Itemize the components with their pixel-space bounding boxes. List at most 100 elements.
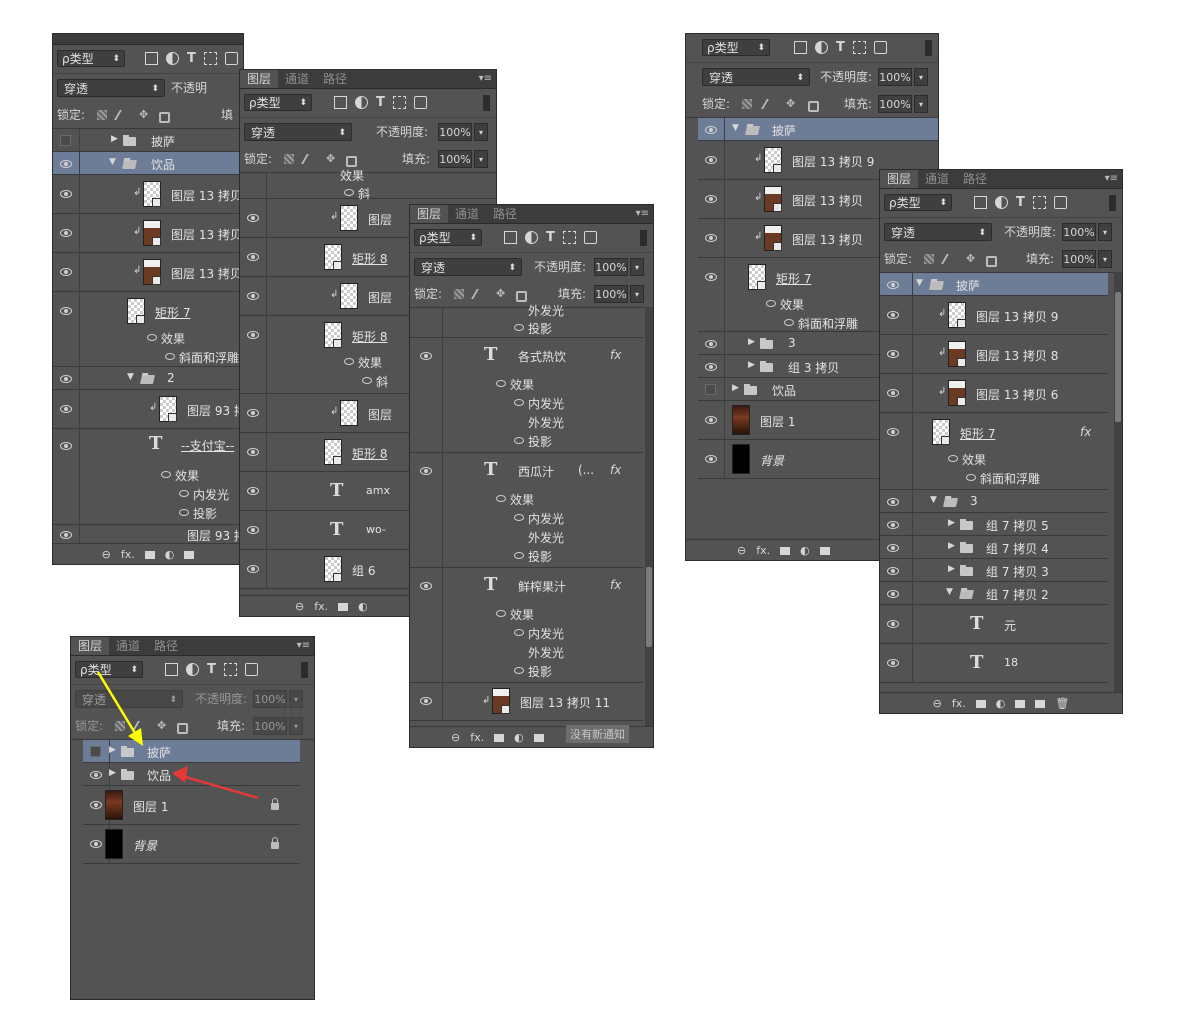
blend-mode-select[interactable]: 穿透 ⬍ xyxy=(75,690,183,708)
mask-icon[interactable] xyxy=(975,699,986,708)
fill-input[interactable]: 100% xyxy=(594,285,628,303)
lock-move-icon[interactable]: ✥ xyxy=(786,97,796,110)
shape-filter-icon[interactable] xyxy=(1032,196,1046,209)
filter-kind-select[interactable]: ρ类型 ⬍ xyxy=(414,229,482,246)
mask-icon[interactable] xyxy=(144,550,155,559)
lock-move-icon[interactable]: ✥ xyxy=(157,719,167,732)
effect-eye-icon[interactable] xyxy=(147,334,157,341)
fill-input[interactable]: 100% xyxy=(1062,250,1096,268)
mask-icon[interactable] xyxy=(780,546,791,555)
eye-icon[interactable] xyxy=(420,697,432,705)
eye-icon[interactable] xyxy=(887,350,899,358)
lock-brush-icon[interactable] xyxy=(761,99,779,109)
eye-icon[interactable] xyxy=(887,498,899,506)
shape-filter-icon[interactable] xyxy=(392,96,406,109)
opacity-dropdown[interactable]: ▾ xyxy=(289,690,303,708)
shape-filter-icon[interactable] xyxy=(852,41,866,54)
panel-menu-icon[interactable]: ▾≡ xyxy=(479,70,492,88)
tab-layers[interactable]: 图层 xyxy=(71,637,110,655)
lock-move-icon[interactable]: ✥ xyxy=(496,287,506,300)
layer-row-layer1[interactable]: 图层 1 xyxy=(83,786,300,825)
expand-arrow-icon[interactable]: ▶ xyxy=(948,541,955,551)
filter-toggle[interactable] xyxy=(1109,195,1116,211)
eye-icon[interactable] xyxy=(247,409,259,417)
effect-eye-icon[interactable] xyxy=(362,377,372,384)
lock-transparent-icon[interactable] xyxy=(454,289,464,299)
adjustment-filter-icon[interactable] xyxy=(525,231,538,244)
shape-filter-icon[interactable] xyxy=(223,663,237,676)
eye-icon[interactable] xyxy=(887,428,899,436)
link-icon[interactable]: ⊖ xyxy=(737,541,746,561)
new-group-icon[interactable] xyxy=(1015,699,1026,708)
effect-eye-icon[interactable] xyxy=(344,358,354,365)
layer-group-3[interactable]: ▼ 3 xyxy=(880,490,1108,513)
lock-all-icon[interactable] xyxy=(516,291,527,302)
fill-dropdown[interactable]: ▾ xyxy=(474,150,488,168)
layer-group-7-copy-5[interactable]: ▶ 组 7 拷贝 5 xyxy=(880,513,1108,536)
layer-row-copy11[interactable]: ↲ 图层 13 拷贝 11 xyxy=(410,683,643,721)
lock-brush-icon[interactable] xyxy=(301,154,319,164)
lock-transparent-icon[interactable] xyxy=(742,99,752,109)
eye-icon[interactable] xyxy=(887,659,899,667)
pixel-filter-icon[interactable] xyxy=(334,96,347,109)
eye-icon[interactable] xyxy=(705,416,717,424)
panel-menu-icon[interactable]: ▾≡ xyxy=(636,205,649,223)
effect-eye-icon[interactable] xyxy=(179,509,189,516)
lock-move-icon[interactable]: ✥ xyxy=(966,252,976,265)
layer-group-7-copy-3[interactable]: ▶ 组 7 拷贝 3 xyxy=(880,559,1108,582)
expand-arrow-icon[interactable]: ▶ xyxy=(109,745,116,755)
tab-paths[interactable]: 路径 xyxy=(147,637,185,655)
layer-row[interactable]: ↲ 图层 13 拷贝 6 xyxy=(880,374,1108,413)
new-layer-icon[interactable] xyxy=(1035,699,1046,708)
tab-layers[interactable]: 图层 xyxy=(240,70,279,88)
text-layer-watermelon[interactable]: T 西瓜汁 (... fx 效果 内发光 外发光 投影 xyxy=(410,453,643,568)
lock-transparent-icon[interactable] xyxy=(284,154,294,164)
opacity-input[interactable]: 100% xyxy=(594,258,628,276)
eye-icon[interactable] xyxy=(90,801,102,809)
text-layer-alipay[interactable]: T --支付宝-- 效果 内发光 投影 xyxy=(53,429,243,525)
lock-move-icon[interactable]: ✥ xyxy=(326,152,336,165)
layer-scrollbar[interactable] xyxy=(1114,272,1122,693)
panel-menu-icon[interactable]: ▾≡ xyxy=(297,637,310,655)
lock-all-icon[interactable] xyxy=(346,156,357,167)
blend-mode-select[interactable]: 穿透 ⬍ xyxy=(414,258,522,276)
tab-layers[interactable]: 图层 xyxy=(880,170,919,188)
link-icon[interactable]: ⊖ xyxy=(933,694,942,714)
eye-icon[interactable] xyxy=(420,352,432,360)
filter-kind-select[interactable]: ρ类型 ⬍ xyxy=(75,661,143,678)
fill-dropdown[interactable]: ▾ xyxy=(914,95,928,113)
adjustment-icon[interactable]: ◐ xyxy=(800,541,810,561)
layer-group-7-copy-2[interactable]: ▼ 组 7 拷贝 2 xyxy=(880,582,1108,605)
eye-icon[interactable] xyxy=(705,234,717,242)
fill-input[interactable]: 100% xyxy=(253,717,287,735)
smart-object-filter-icon[interactable] xyxy=(413,96,427,109)
layer-group-2[interactable]: ▼ 2 xyxy=(53,367,243,390)
layer-group-pizza[interactable]: ▼ 披萨 xyxy=(698,118,938,141)
adjustment-filter-icon[interactable] xyxy=(995,196,1008,209)
eye-icon[interactable] xyxy=(60,307,72,315)
lock-transparent-icon[interactable] xyxy=(115,721,125,731)
eye-icon[interactable] xyxy=(887,567,899,575)
eye-icon[interactable] xyxy=(887,389,899,397)
fx-button[interactable]: fx. xyxy=(314,597,328,617)
effect-eye-icon[interactable] xyxy=(514,399,524,406)
eye-icon[interactable] xyxy=(705,195,717,203)
eye-icon[interactable] xyxy=(247,526,259,534)
eye-icon[interactable] xyxy=(60,190,72,198)
eye-icon[interactable] xyxy=(887,311,899,319)
expand-arrow-icon[interactable]: ▶ xyxy=(948,564,955,574)
link-icon[interactable]: ⊖ xyxy=(295,597,304,617)
effect-eye-icon[interactable] xyxy=(496,380,506,387)
lock-all-icon[interactable] xyxy=(986,256,997,267)
eye-icon[interactable] xyxy=(705,156,717,164)
collapse-arrow-icon[interactable]: ▼ xyxy=(946,587,953,597)
layer-row[interactable]: ↲ 图层 13 拷贝 9 xyxy=(880,296,1108,335)
link-icon[interactable]: ⊖ xyxy=(102,545,111,565)
filter-toggle[interactable] xyxy=(483,95,490,111)
effect-eye-icon[interactable] xyxy=(161,471,171,478)
new-group-icon[interactable] xyxy=(184,550,195,559)
eye-icon[interactable] xyxy=(887,544,899,552)
layer-group-pizza[interactable]: ▶ 披萨 xyxy=(53,129,243,152)
effect-eye-icon[interactable] xyxy=(165,353,175,360)
effect-eye-icon[interactable] xyxy=(784,319,794,326)
